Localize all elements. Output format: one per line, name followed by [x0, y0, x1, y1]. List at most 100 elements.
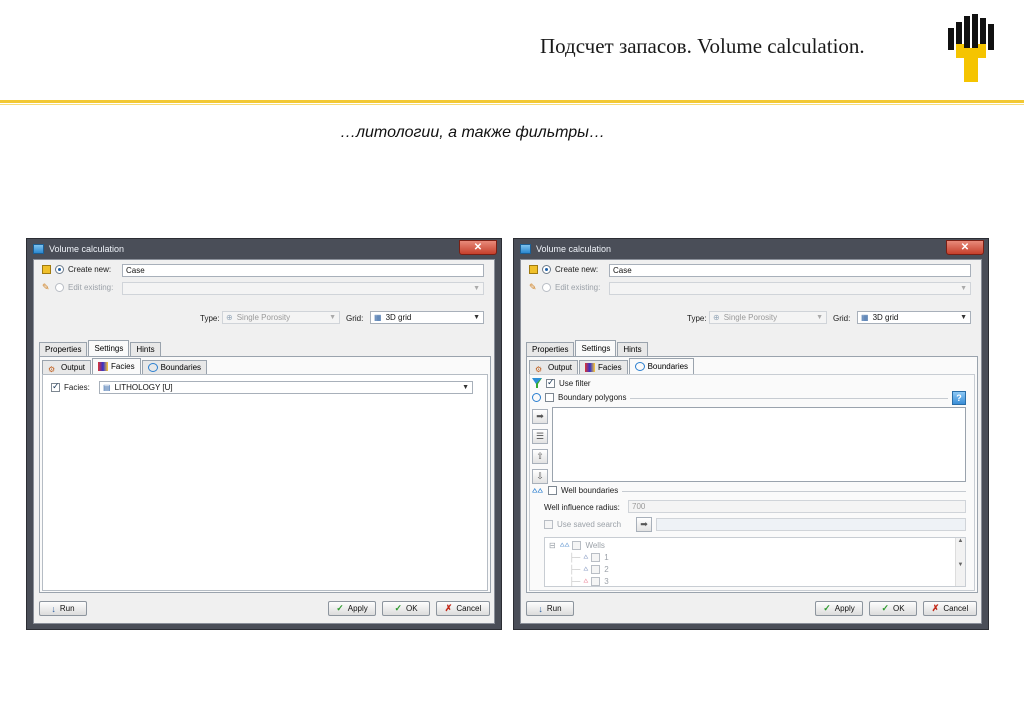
use-filter-checkbox[interactable]: [546, 377, 555, 388]
property-icon: ▤: [103, 383, 111, 392]
tab-settings[interactable]: Settings: [88, 340, 130, 356]
cancel-button[interactable]: ✗ Cancel: [923, 601, 977, 616]
window-titlebar[interactable]: Volume calculation ✕: [520, 239, 984, 259]
sub-tabs: ⚙ Output Facies Boundaries: [42, 358, 208, 374]
well-checkbox[interactable]: [591, 564, 601, 574]
slide-title: Подсчет запасов. Volume calculation.: [540, 34, 865, 58]
wells-tree[interactable]: ⊟ ⩟⩟ Wells ├─ ⩟ 1 ├─ ⩟ 2 ├─ ⩟ 3 ▲ ▼: [544, 537, 966, 587]
create-new-input[interactable]: Case: [609, 264, 971, 277]
facies-property-combo[interactable]: ▤ LITHOLOGY [U] ▼: [99, 381, 473, 394]
tree-item[interactable]: ├─ ⩟ 1: [569, 552, 609, 562]
list-button[interactable]: ☰: [532, 429, 548, 444]
cross-icon: ✗: [931, 603, 940, 613]
tab-facies[interactable]: Facies: [579, 360, 628, 374]
well-influence-input[interactable]: 700: [628, 500, 966, 513]
well-boundaries-label: Well boundaries: [561, 486, 619, 495]
apply-button[interactable]: ✓ Apply: [815, 601, 863, 616]
well-checkbox[interactable]: [591, 576, 601, 586]
tab-properties[interactable]: Properties: [526, 342, 575, 356]
run-button[interactable]: ↓ Run: [526, 601, 574, 616]
tree-item[interactable]: ├─ ⩟ 2: [569, 564, 609, 574]
cancel-button[interactable]: ✗ Cancel: [436, 601, 490, 616]
create-new-input[interactable]: Case: [122, 264, 484, 277]
edit-existing-combo[interactable]: ▼: [609, 282, 971, 295]
tree-item[interactable]: ├─ ⩟ 3: [569, 576, 609, 586]
edit-existing-label: Edit existing:: [68, 283, 114, 292]
help-icon[interactable]: ?: [952, 391, 966, 405]
company-logo: [948, 14, 994, 82]
edit-existing-combo[interactable]: ▼: [122, 282, 484, 295]
window-titlebar[interactable]: Volume calculation ✕: [33, 239, 497, 259]
tab-output[interactable]: ⚙ Output: [42, 360, 92, 374]
facies-value: LITHOLOGY [U]: [114, 383, 173, 392]
boundary-polygons-checkbox[interactable]: [545, 393, 554, 402]
insert-arrow-button[interactable]: ➡: [532, 409, 548, 424]
grid-label: Grid:: [346, 314, 364, 323]
porosity-icon: ⊕: [226, 313, 233, 322]
tab-facies[interactable]: Facies: [92, 358, 141, 374]
boundary-icon: [634, 362, 645, 371]
type-value: Single Porosity: [723, 313, 778, 322]
main-tabs: Properties Settings Hints: [526, 340, 649, 356]
edit-existing-radio[interactable]: [55, 283, 64, 292]
window-title: Volume calculation: [536, 244, 612, 254]
move-down-button[interactable]: ⇩: [532, 469, 548, 484]
apply-button[interactable]: ✓ Apply: [328, 601, 376, 616]
create-new-radio[interactable]: [55, 265, 64, 274]
ok-label: OK: [892, 604, 905, 613]
run-label: Run: [59, 604, 75, 613]
filter-icon: [532, 378, 542, 388]
create-new-radio[interactable]: [542, 265, 551, 274]
tab-boundaries[interactable]: Boundaries: [141, 360, 208, 374]
new-case-icon: [529, 265, 538, 274]
saved-search-input[interactable]: [656, 518, 966, 531]
arrow-right-icon: ➡: [536, 411, 544, 421]
cancel-label: Cancel: [943, 604, 969, 613]
ok-button[interactable]: ✓ OK: [382, 601, 430, 616]
run-icon: ↓: [51, 603, 56, 614]
close-button[interactable]: ✕: [946, 240, 984, 255]
boundary-polygons-row: Boundary polygons: [532, 393, 627, 402]
window-title: Volume calculation: [49, 244, 125, 254]
create-new-row: Create new:: [42, 265, 111, 274]
tab-hints[interactable]: Hints: [617, 342, 648, 356]
collapse-icon: ⊟: [549, 540, 556, 550]
tree-connector: ├─: [569, 552, 581, 562]
use-saved-search-label: Use saved search: [557, 520, 622, 529]
facies-checkbox[interactable]: [51, 381, 60, 392]
tab-settings[interactable]: Settings: [575, 340, 617, 356]
run-button[interactable]: ↓ Run: [39, 601, 87, 616]
boundary-polygons-list[interactable]: [552, 407, 966, 482]
check-icon: ✓: [881, 603, 889, 613]
output-icon: ⚙: [535, 365, 543, 374]
tab-boundaries[interactable]: Boundaries: [628, 358, 695, 374]
create-new-label: Create new:: [68, 265, 112, 274]
type-combo[interactable]: ⊕ Single Porosity ▼: [709, 311, 827, 324]
tree-root[interactable]: ⊟ ⩟⩟ Wells: [549, 540, 605, 550]
tree-item-label: 2: [604, 564, 609, 574]
tree-scrollbar[interactable]: ▲ ▼: [955, 538, 965, 586]
header-rule-thin: [0, 104, 1024, 105]
wells-checkbox[interactable]: [572, 540, 582, 550]
tab-hints[interactable]: Hints: [130, 342, 161, 356]
chevron-down-icon: ▼: [960, 314, 967, 321]
tab-output[interactable]: ⚙ Output: [529, 360, 579, 374]
type-combo[interactable]: ⊕ Single Porosity ▼: [222, 311, 340, 324]
chevron-down-icon: ▼: [329, 314, 336, 321]
ok-button[interactable]: ✓ OK: [869, 601, 917, 616]
saved-search-arrow-button[interactable]: ➡: [636, 517, 652, 532]
grid-combo[interactable]: ▦ 3D grid ▼: [370, 311, 484, 324]
tree-item-label: 1: [604, 552, 609, 562]
settings-panel: ⚙ Output Facies Boundaries Use filter Bou…: [526, 356, 978, 593]
group-divider: [630, 398, 948, 399]
move-up-button[interactable]: ⇧: [532, 449, 548, 464]
well-boundaries-checkbox[interactable]: [548, 486, 557, 495]
close-button[interactable]: ✕: [459, 240, 497, 255]
grid-combo[interactable]: ▦ 3D grid ▼: [857, 311, 971, 324]
tab-properties[interactable]: Properties: [39, 342, 88, 356]
tree-root-label: Wells: [585, 540, 605, 550]
edit-existing-radio[interactable]: [542, 283, 551, 292]
use-saved-search-checkbox[interactable]: [544, 520, 553, 529]
wells-icon: ⩟⩟: [559, 540, 570, 549]
well-checkbox[interactable]: [591, 552, 601, 562]
